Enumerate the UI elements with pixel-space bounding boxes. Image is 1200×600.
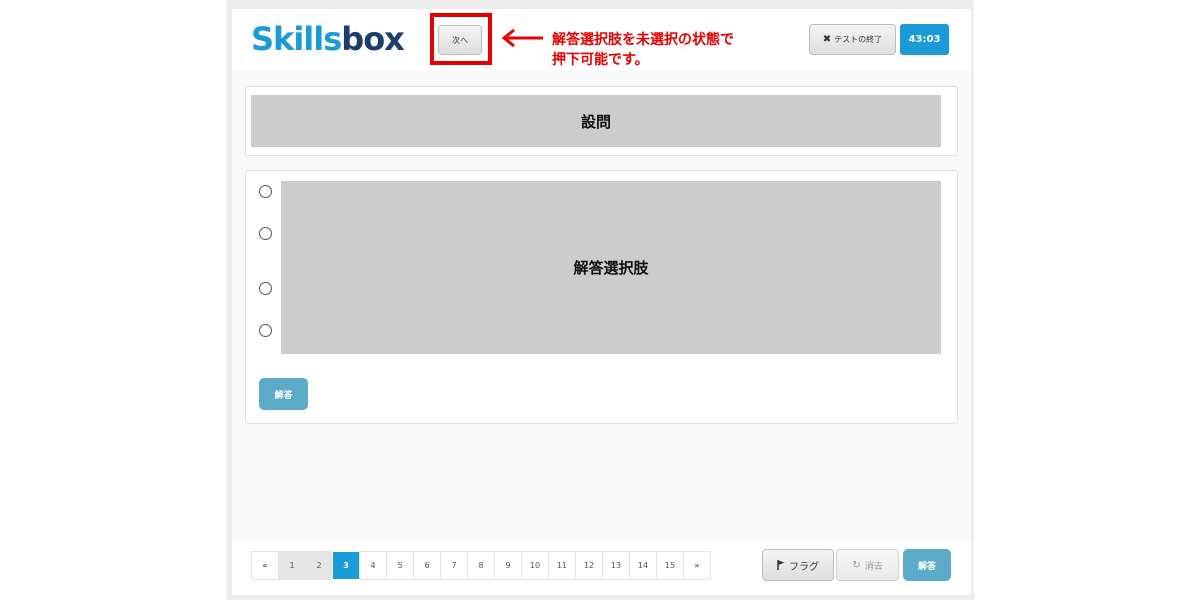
- highlight-box: [430, 13, 492, 65]
- page-button-11[interactable]: 11: [548, 551, 576, 580]
- clear-label: 消去: [864, 561, 883, 572]
- annotation-text: 解答選択肢を未選択の状態で 押下可能です。: [552, 30, 782, 70]
- flag-button[interactable]: フラグ: [762, 549, 834, 581]
- answer-choices-area: 解答選択肢: [281, 181, 941, 354]
- page-button-6[interactable]: 6: [413, 551, 441, 580]
- page-button-13[interactable]: 13: [602, 551, 630, 580]
- page-button-5[interactable]: 5: [386, 551, 414, 580]
- page-button-1[interactable]: 1: [278, 551, 306, 580]
- end-test-button[interactable]: ✖ テストの終了: [809, 24, 896, 55]
- footer-answer-button[interactable]: 解答: [903, 549, 951, 581]
- question-text: 設問: [251, 95, 941, 147]
- clear-button[interactable]: ↻ 消去: [836, 549, 899, 581]
- page-button-4[interactable]: 4: [359, 551, 387, 580]
- end-test-label: テストの終了: [834, 35, 883, 44]
- page-button-15[interactable]: 15: [656, 551, 684, 580]
- answer-radio-4[interactable]: [259, 324, 272, 337]
- flag-label: フラグ: [789, 561, 819, 573]
- page-next-button[interactable]: »: [683, 551, 711, 580]
- annotation-line-1: 解答選択肢を未選択の状態で: [552, 32, 734, 48]
- page-button-9[interactable]: 9: [494, 551, 522, 580]
- refresh-icon: ↻: [852, 559, 861, 571]
- close-icon: ✖: [822, 34, 832, 45]
- page-button-3[interactable]: 3: [332, 551, 360, 580]
- page-button-12[interactable]: 12: [575, 551, 603, 580]
- arrow-left-icon: [501, 28, 543, 48]
- answer-radio-1[interactable]: [259, 185, 272, 198]
- page-button-2[interactable]: 2: [305, 551, 333, 580]
- answer-radio-2[interactable]: [259, 227, 272, 240]
- page-button-8[interactable]: 8: [467, 551, 495, 580]
- page-button-14[interactable]: 14: [629, 551, 657, 580]
- flag-icon: [777, 560, 785, 570]
- page-button-7[interactable]: 7: [440, 551, 468, 580]
- page-button-10[interactable]: 10: [521, 551, 549, 580]
- answer-radio-3[interactable]: [259, 282, 272, 295]
- annotation-line-2: 押下可能です。: [552, 52, 649, 68]
- answer-submit-button[interactable]: 解答: [259, 378, 308, 410]
- pagination: «1 2 3 4 5 6 7 8 9 10 11 12 13 14 15»: [251, 551, 711, 580]
- timer-badge: 43:03: [900, 24, 949, 55]
- skillsbox-logo: Skillsbox: [251, 20, 405, 58]
- page-prev-button[interactable]: «: [251, 551, 279, 580]
